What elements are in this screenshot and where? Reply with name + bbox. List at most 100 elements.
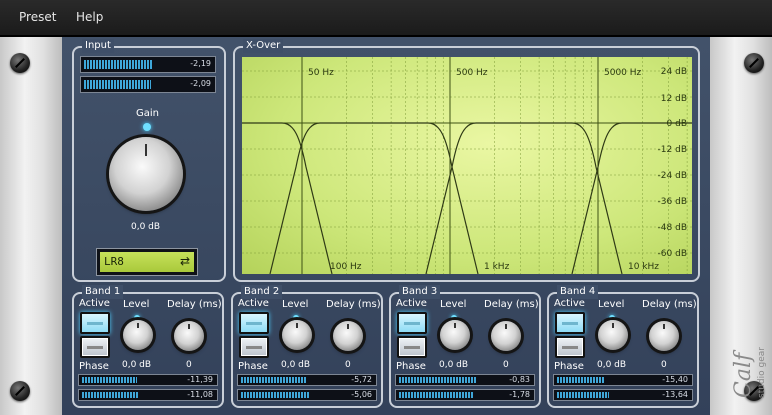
meter-bar <box>84 60 154 69</box>
screw-icon <box>744 53 764 73</box>
level-knob[interactable] <box>282 320 312 350</box>
xover-title: X-Over <box>243 39 284 53</box>
brand-logo: Calf studio gear <box>720 290 768 400</box>
meter-bar <box>557 392 609 398</box>
level-label: Level <box>440 299 467 310</box>
db-label: 24 dB <box>661 67 687 77</box>
crossover-curve <box>242 122 333 274</box>
phase-toggle-button[interactable] <box>555 336 585 358</box>
active-toggle-button[interactable] <box>555 312 585 334</box>
band-meter-right: -5,06 <box>237 389 377 401</box>
gain-label: Gain <box>136 108 159 119</box>
phase-toggle-button[interactable] <box>239 336 269 358</box>
phase-label: Phase <box>554 361 584 372</box>
freq-label: 50 Hz <box>308 68 334 78</box>
input-meter-left: -2,19 <box>80 56 216 73</box>
active-toggle-button[interactable] <box>239 312 269 334</box>
menu-bar: Preset Help <box>0 0 772 36</box>
level-value: 0,0 dB <box>439 360 469 370</box>
xover-svg: 50 Hz 500 Hz 5000 Hz 100 Hz 1 kHz 10 kHz… <box>242 57 692 274</box>
rack-ear-left <box>0 37 62 415</box>
screw-icon <box>10 381 30 401</box>
active-toggle-button[interactable] <box>80 312 110 334</box>
delay-value: 0 <box>345 360 351 370</box>
band-title: Band 4 <box>557 285 599 299</box>
meter-bar <box>84 80 152 89</box>
meter-peak: -0,83 <box>509 375 530 384</box>
freq-label: 500 Hz <box>456 68 488 78</box>
band-title: Band 2 <box>241 285 283 299</box>
screw-icon <box>10 53 30 73</box>
band-meter-left: -0,83 <box>395 374 535 386</box>
level-knob[interactable] <box>123 320 153 350</box>
input-meter-right: -2,09 <box>80 76 216 93</box>
active-toggle-button[interactable] <box>397 312 427 334</box>
band-meter-left: -11,39 <box>78 374 218 386</box>
freq-label: 5000 Hz <box>604 68 642 78</box>
meter-bar <box>82 392 138 398</box>
band-title: Band 3 <box>399 285 441 299</box>
active-label: Active <box>79 298 110 309</box>
active-label: Active <box>238 298 269 309</box>
menu-preset[interactable]: Preset <box>19 10 56 24</box>
db-label: -48 dB <box>658 223 687 233</box>
level-label: Level <box>598 299 625 310</box>
meter-bar <box>399 392 474 398</box>
db-label: -12 dB <box>658 145 687 155</box>
active-label: Active <box>554 298 585 309</box>
level-label: Level <box>123 299 150 310</box>
delay-knob[interactable] <box>491 321 521 351</box>
band-meter-right: -1,78 <box>395 389 535 401</box>
input-title: Input <box>82 39 114 53</box>
meter-bar <box>557 377 605 383</box>
level-value: 0,0 dB <box>122 360 152 370</box>
band-meter-right: -11,08 <box>78 389 218 401</box>
gain-value: 0,0 dB <box>131 222 161 232</box>
level-knob[interactable] <box>598 320 628 350</box>
meter-peak: -2,19 <box>190 59 211 68</box>
crossover-curve <box>425 122 623 274</box>
phase-toggle-button[interactable] <box>397 336 427 358</box>
svg-text:studio gear: studio gear <box>757 347 767 398</box>
delay-label: Delay (ms) <box>167 299 222 310</box>
crossover-curve <box>269 122 479 274</box>
swap-arrows-icon: ⇄ <box>179 254 190 268</box>
filter-type-display[interactable]: LR8 ⇄ <box>96 248 198 276</box>
freq-label: 10 kHz <box>628 262 659 272</box>
level-value: 0,0 dB <box>281 360 311 370</box>
level-value: 0,0 dB <box>597 360 627 370</box>
gain-indicator <box>143 123 151 131</box>
phase-label: Phase <box>238 361 268 372</box>
meter-peak: -15,40 <box>662 375 688 384</box>
filter-type-value: LR8 <box>104 255 124 268</box>
level-label: Level <box>282 299 309 310</box>
svg-text:Calf: Calf <box>731 349 756 398</box>
db-label: 12 dB <box>661 94 687 104</box>
gain-knob[interactable] <box>109 137 183 211</box>
delay-label: Delay (ms) <box>326 299 381 310</box>
freq-label: 100 Hz <box>330 262 362 272</box>
db-label: 0 dB <box>667 119 687 129</box>
delay-knob[interactable] <box>174 321 204 351</box>
delay-value: 0 <box>661 360 667 370</box>
db-label: -36 dB <box>658 197 687 207</box>
meter-peak: -5,72 <box>351 375 372 384</box>
band-meter-right: -13,64 <box>553 389 693 401</box>
meter-peak: -13,64 <box>662 390 688 399</box>
level-knob[interactable] <box>440 320 470 350</box>
phase-toggle-button[interactable] <box>80 336 110 358</box>
phase-label: Phase <box>79 361 109 372</box>
meter-peak: -11,08 <box>187 390 213 399</box>
delay-value: 0 <box>503 360 509 370</box>
xover-graph[interactable]: 50 Hz 500 Hz 5000 Hz 100 Hz 1 kHz 10 kHz… <box>242 57 692 274</box>
delay-knob[interactable] <box>333 321 363 351</box>
meter-peak: -11,39 <box>187 375 213 384</box>
delay-label: Delay (ms) <box>484 299 539 310</box>
freq-label: 1 kHz <box>484 262 510 272</box>
menu-help[interactable]: Help <box>76 10 103 24</box>
meter-bar <box>399 377 477 383</box>
lcd-screen: LR8 ⇄ <box>100 252 194 272</box>
band-meter-left: -5,72 <box>237 374 377 386</box>
meter-bar <box>241 377 307 383</box>
delay-knob[interactable] <box>649 321 679 351</box>
